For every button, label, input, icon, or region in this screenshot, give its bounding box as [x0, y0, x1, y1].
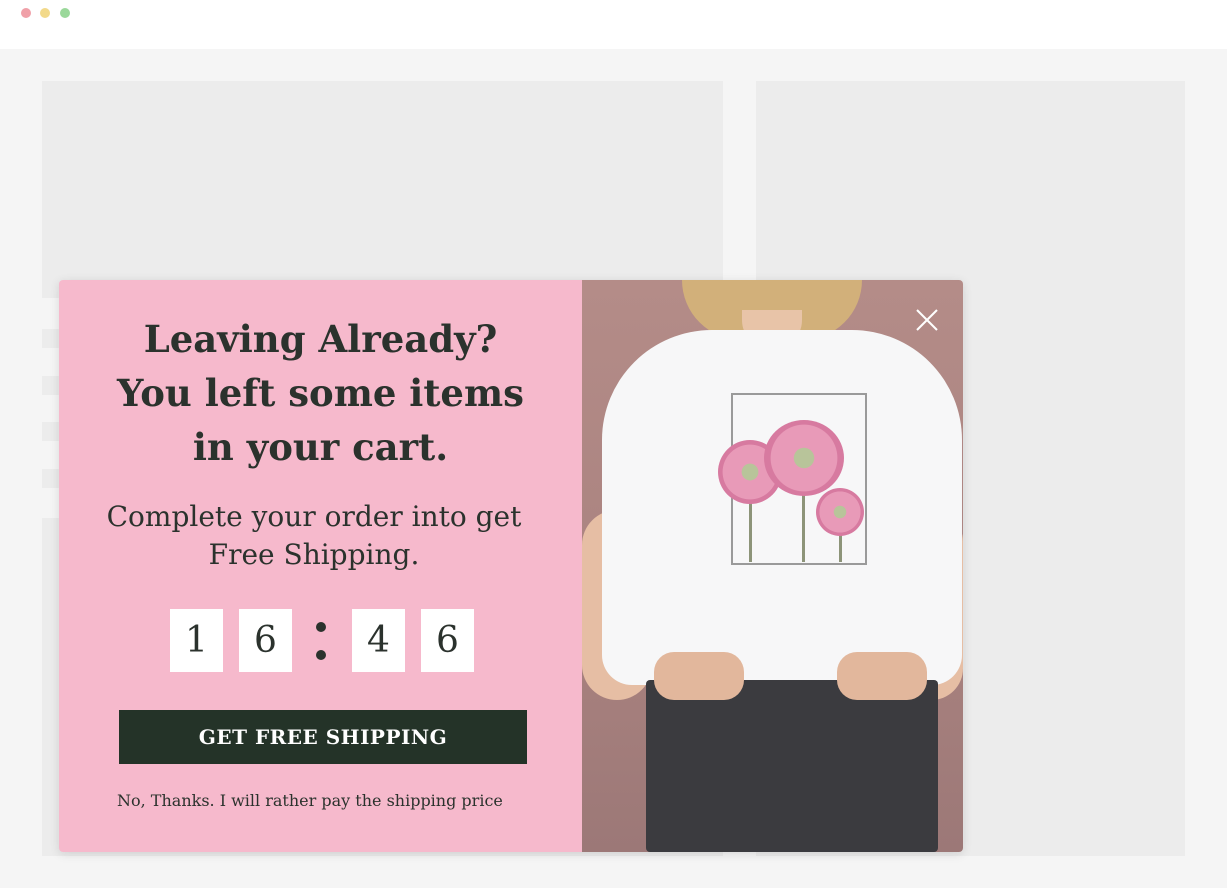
photo-hand	[837, 652, 927, 700]
countdown-separator	[316, 650, 326, 660]
headline-line: Leaving Already?	[143, 317, 498, 361]
placeholder-hero	[42, 81, 723, 298]
popup-subheading: Complete your order into get Free Shippi…	[59, 498, 569, 574]
countdown-digit: 6	[239, 609, 292, 672]
popup-headline: Leaving Already? You left some items in …	[59, 312, 582, 474]
flower-stem	[839, 534, 842, 562]
popup-content-panel: Leaving Already? You left some items in …	[59, 280, 582, 852]
photo-jeans	[646, 680, 938, 852]
countdown-separator	[316, 622, 326, 632]
subheading-line: Complete your order into get	[106, 500, 522, 533]
flower-stem	[749, 502, 752, 562]
window-close-dot[interactable]	[21, 8, 31, 18]
photo-hand	[654, 652, 744, 700]
headline-line: You left some items	[117, 371, 524, 415]
exit-intent-popup: Leaving Already? You left some items in …	[59, 280, 963, 852]
decline-link[interactable]: No, Thanks. I will rather pay the shippi…	[117, 791, 503, 810]
product-photo	[582, 280, 963, 852]
flower-print	[816, 488, 864, 536]
browser-toolbar	[0, 0, 1227, 49]
flower-print	[764, 420, 844, 496]
subheading-line: Free Shipping.	[208, 538, 420, 571]
get-free-shipping-button[interactable]: GET FREE SHIPPING	[119, 710, 527, 764]
flower-stem	[802, 494, 805, 562]
close-icon	[916, 309, 938, 331]
headline-line: in your cart.	[192, 425, 449, 469]
countdown-digit: 1	[170, 609, 223, 672]
window-maximize-dot[interactable]	[60, 8, 70, 18]
close-button[interactable]	[912, 305, 942, 335]
countdown-digit: 6	[421, 609, 474, 672]
window-minimize-dot[interactable]	[40, 8, 50, 18]
countdown-digit: 4	[352, 609, 405, 672]
